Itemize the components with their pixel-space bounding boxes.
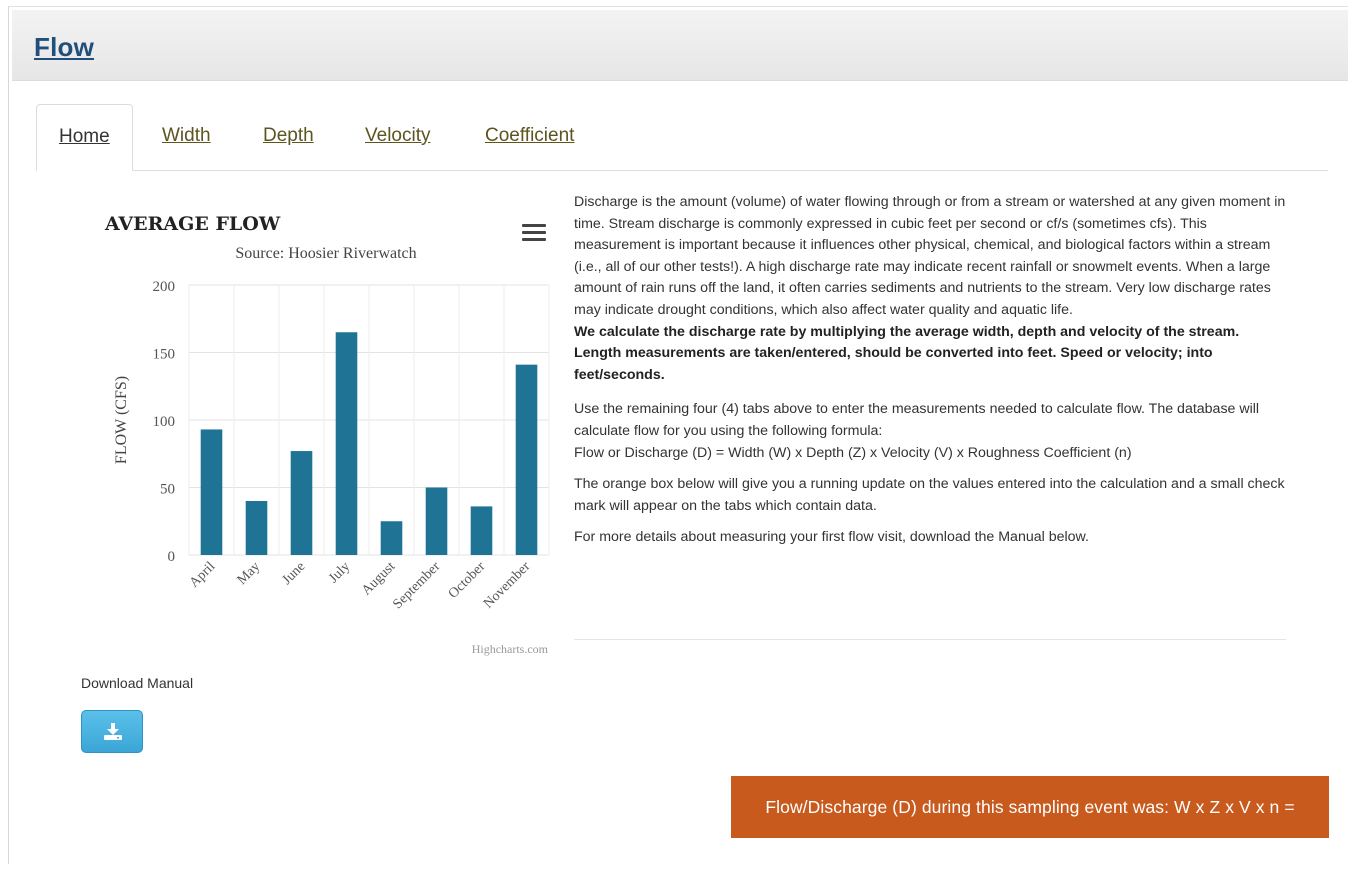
- x-tick-label: April: [187, 559, 219, 591]
- bar-may: [245, 501, 268, 555]
- bar-june: [290, 451, 313, 555]
- tab-velocity[interactable]: Velocity: [365, 104, 430, 170]
- y-tick-label: 150: [153, 347, 176, 363]
- y-axis-title: FLOW (CFS): [113, 376, 130, 464]
- y-tick-label: 0: [168, 549, 176, 565]
- bar-august: [380, 521, 403, 555]
- description-tabs-instructions: Use the remaining four (4) tabs above to…: [574, 401, 1260, 439]
- page-header: Flow: [12, 10, 1348, 81]
- x-tick-label: September: [390, 559, 443, 612]
- download-manual-button[interactable]: [81, 710, 143, 753]
- tab-home[interactable]: Home: [36, 104, 133, 171]
- average-flow-chart: AVERAGE FLOW Source: Hoosier Riverwatch …: [96, 200, 556, 660]
- chart-credits[interactable]: Highcharts.com: [472, 642, 548, 657]
- description-intro: Discharge is the amount (volume) of wate…: [574, 194, 1286, 318]
- x-tick-label: June: [280, 559, 309, 588]
- x-tick-label: May: [235, 559, 264, 588]
- chart-plot: 0 50 100 150 200 April May June July AugustSeptem…: [113, 279, 550, 612]
- tab-width[interactable]: Width: [162, 104, 211, 170]
- bar-july: [335, 332, 358, 555]
- y-tick-label: 100: [153, 414, 176, 430]
- x-tick-label: November: [481, 559, 534, 612]
- y-tick-label: 200: [153, 279, 176, 295]
- flow-result-box: Flow/Discharge (D) during this sampling …: [731, 776, 1329, 838]
- y-tick-label: 50: [160, 482, 175, 498]
- description-orange-box: The orange box below will give you a run…: [574, 476, 1285, 514]
- description-calculation: We calculate the discharge rate by multi…: [574, 323, 1240, 383]
- x-tick-label: October: [446, 559, 489, 602]
- bar-october: [470, 506, 493, 555]
- download-icon: [104, 723, 122, 740]
- bar-september: [425, 487, 448, 555]
- x-tick-label: August: [359, 559, 398, 598]
- bar-april: [200, 429, 223, 555]
- description-formula: Flow or Discharge (D) = Width (W) x Dept…: [574, 444, 1132, 461]
- tab-depth[interactable]: Depth: [263, 104, 314, 170]
- page-title[interactable]: Flow: [34, 32, 94, 63]
- description-manual: For more details about measuring your fi…: [574, 529, 1089, 546]
- bar-november: [515, 364, 538, 555]
- x-tick-label: July: [326, 559, 353, 586]
- flow-description: Discharge is the amount (volume) of wate…: [574, 192, 1290, 559]
- divider: [574, 639, 1286, 640]
- tab-coefficient[interactable]: Coefficient: [485, 104, 574, 170]
- download-manual-label: Download Manual: [81, 675, 194, 691]
- tab-bar: Home Width Depth Velocity Coefficient: [36, 104, 1328, 171]
